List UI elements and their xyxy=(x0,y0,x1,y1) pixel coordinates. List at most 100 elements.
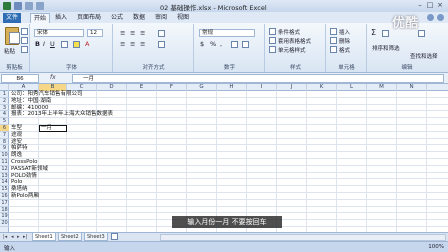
column-header-h[interactable]: H xyxy=(217,84,247,91)
tab-view[interactable]: 视图 xyxy=(174,13,192,23)
save-icon[interactable] xyxy=(14,2,22,10)
row-header-11[interactable]: 11 xyxy=(0,159,9,166)
row-header-14[interactable]: 14 xyxy=(0,179,9,187)
cell-a7[interactable]: 途观 xyxy=(11,132,22,139)
table-format-button[interactable]: 套用表格格式 xyxy=(278,37,311,45)
column-header-c[interactable]: C xyxy=(67,84,97,91)
select-all-corner[interactable] xyxy=(0,84,9,91)
border-icon[interactable] xyxy=(61,41,68,48)
column-header-d[interactable]: D xyxy=(97,84,127,91)
cell-a16[interactable]: 新Polo两厢 xyxy=(11,193,39,200)
column-header-g[interactable]: G xyxy=(187,84,217,91)
sheet-tab-3[interactable]: Sheet3 xyxy=(84,233,108,241)
next-sheet-icon[interactable]: ▸ xyxy=(17,234,20,240)
find-select-icon[interactable] xyxy=(418,30,425,37)
cell-style-button[interactable]: 单元格样式 xyxy=(278,46,306,54)
copy-icon[interactable] xyxy=(21,37,28,44)
table-format-icon[interactable] xyxy=(269,37,276,44)
minimize-button[interactable]: – xyxy=(415,1,425,10)
cell-a2[interactable]: 地址：中国·湖南 xyxy=(11,98,51,105)
row-header-20[interactable]: 20 xyxy=(0,220,9,227)
cell-a6[interactable]: 车型 xyxy=(11,125,22,132)
column-header-f[interactable]: F xyxy=(157,84,187,91)
active-cell-b6[interactable]: 一月 xyxy=(39,125,67,132)
horizontal-scrollbar[interactable] xyxy=(160,234,446,241)
fx-icon[interactable]: fx xyxy=(50,74,56,81)
last-sheet-icon[interactable]: ▸| xyxy=(23,234,27,240)
fill-color-icon[interactable] xyxy=(73,41,80,48)
conditional-format-icon[interactable] xyxy=(269,28,276,35)
row-header-4[interactable]: 4 xyxy=(0,111,9,119)
row-header-19[interactable]: 19 xyxy=(0,213,9,221)
cell-a4[interactable]: 报表：2013年上半年上海大众销售数据表 xyxy=(11,111,113,118)
currency-icon[interactable]: $ xyxy=(200,40,204,48)
column-header-k[interactable]: K xyxy=(307,84,337,91)
row-header-18[interactable]: 18 xyxy=(0,207,9,214)
autosum-icon[interactable]: Σ xyxy=(371,28,376,37)
row-header-6[interactable]: 6 xyxy=(0,125,9,132)
row-header-12[interactable]: 12 xyxy=(0,166,9,173)
row-header-17[interactable]: 17 xyxy=(0,200,9,207)
help-icon[interactable] xyxy=(427,14,434,21)
row-header-7[interactable]: 7 xyxy=(0,132,9,139)
delete-cells-button[interactable]: 删除 xyxy=(339,37,350,45)
row-header-16[interactable]: 16 xyxy=(0,193,9,200)
column-header-j[interactable]: J xyxy=(277,84,307,91)
decrease-decimal-icon[interactable] xyxy=(242,41,249,48)
format-cells-button[interactable]: 格式 xyxy=(339,46,350,54)
row-header-5[interactable]: 5 xyxy=(0,118,9,125)
column-header-i[interactable]: I xyxy=(247,84,277,91)
font-name-select[interactable]: 宋体 xyxy=(34,29,84,37)
tab-page-layout[interactable]: 页面布局 xyxy=(74,13,104,23)
format-cells-icon[interactable] xyxy=(330,46,337,53)
tab-insert[interactable]: 插入 xyxy=(52,13,70,23)
cell-a12[interactable]: PASSAT新领域 xyxy=(11,166,48,173)
merge-center-icon[interactable] xyxy=(158,41,165,48)
zoom-level[interactable]: 100% xyxy=(428,244,444,250)
column-header-m[interactable]: M xyxy=(367,84,397,91)
worksheet-grid[interactable]: ABCDEFGHIJKLMN 1 2 3 4 5 6 7 8 9 10 11 12 13 14 15 16 17… xyxy=(0,84,448,232)
align-bottom-icon[interactable]: ≡ xyxy=(140,29,145,37)
cell-a1[interactable]: 公司：阳秀汽车销售有限公司 xyxy=(11,91,83,98)
insert-cells-icon[interactable] xyxy=(330,28,337,35)
bold-button[interactable]: B xyxy=(35,40,40,48)
cut-icon[interactable] xyxy=(21,28,28,35)
ribbon-minimize-icon[interactable] xyxy=(437,14,444,21)
align-right-icon[interactable]: ≡ xyxy=(140,40,145,48)
increase-decimal-icon[interactable] xyxy=(231,41,238,48)
sort-filter-icon[interactable] xyxy=(382,30,389,37)
row-header-8[interactable]: 8 xyxy=(0,139,9,146)
row-header-15[interactable]: 15 xyxy=(0,186,9,193)
comma-style-icon[interactable]: , xyxy=(220,40,222,48)
row-header-1[interactable]: 1 xyxy=(0,91,9,98)
cell-a15[interactable]: 桑塔纳 xyxy=(11,186,28,193)
column-header-e[interactable]: E xyxy=(127,84,157,91)
row-header-9[interactable]: 9 xyxy=(0,145,9,153)
redo-icon[interactable] xyxy=(36,2,44,10)
align-top-icon[interactable]: ≡ xyxy=(120,29,125,37)
underline-button[interactable]: U xyxy=(50,40,55,48)
tab-review[interactable]: 审阅 xyxy=(152,13,170,23)
column-header-n[interactable]: N xyxy=(397,84,427,91)
sort-filter-button[interactable]: 排序和筛选 xyxy=(372,44,400,52)
italic-button[interactable]: I xyxy=(43,40,45,48)
number-format-select[interactable]: 常规 xyxy=(199,29,255,37)
cell-a11[interactable]: CrossPolo xyxy=(11,159,37,166)
wrap-text-icon[interactable] xyxy=(158,30,165,37)
maximize-button[interactable]: □ xyxy=(425,1,435,10)
sheet-tab-1[interactable]: Sheet1 xyxy=(32,233,56,241)
column-header-b[interactable]: B xyxy=(39,84,67,91)
cell-style-icon[interactable] xyxy=(269,46,276,53)
column-header-a[interactable]: A xyxy=(9,84,39,91)
align-center-icon[interactable]: ≡ xyxy=(130,40,135,48)
undo-icon[interactable] xyxy=(25,2,33,10)
delete-cells-icon[interactable] xyxy=(330,37,337,44)
row-header-2[interactable]: 2 xyxy=(0,98,9,105)
column-header-l[interactable]: L xyxy=(337,84,367,91)
paste-icon[interactable] xyxy=(5,27,20,45)
row-header-3[interactable]: 3 xyxy=(0,105,9,112)
tab-data[interactable]: 数据 xyxy=(130,13,148,23)
row-header-10[interactable]: 10 xyxy=(0,152,9,159)
name-box[interactable]: B6 xyxy=(1,74,39,83)
row-header-13[interactable]: 13 xyxy=(0,173,9,180)
